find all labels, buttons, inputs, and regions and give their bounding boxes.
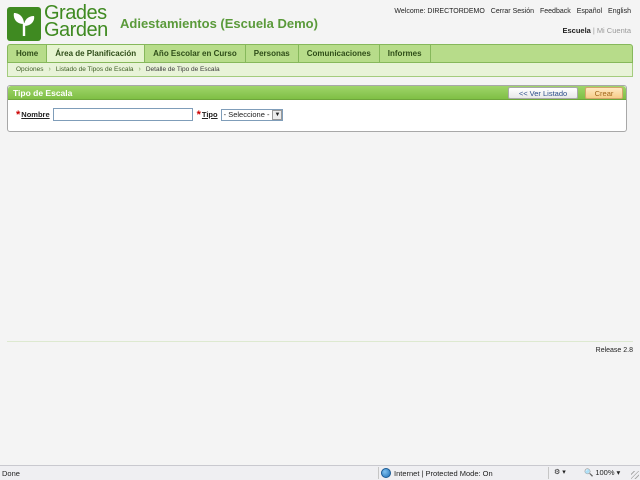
- status-divider: [548, 467, 549, 479]
- scale-type-form: * Nombre * Tipo - Seleccione - ▼: [16, 108, 284, 121]
- scale-type-panel: Tipo de Escala << Ver Listado Crear * No…: [7, 85, 627, 132]
- breadcrumb-current: Detalle de Tipo de Escala: [145, 66, 220, 73]
- name-input[interactable]: [52, 108, 193, 121]
- zoom-level: 100%: [595, 468, 615, 477]
- account-switcher: Escuela | Mi Cuenta: [563, 26, 632, 35]
- dropdown-arrow-icon[interactable]: ▼: [272, 109, 283, 120]
- feedback-link[interactable]: Feedback: [540, 8, 571, 15]
- logo-text: Grades Garden: [44, 3, 108, 41]
- breadcrumb-scale-types-list[interactable]: Listado de Tipos de Escala: [56, 66, 134, 73]
- browser-status-bar: Done Internet | Protected Mode: On ⚙ ▾ 🔍…: [0, 465, 640, 480]
- dropdown-arrow-icon: ▾: [616, 468, 621, 477]
- zone-text: Internet | Protected Mode: On: [394, 468, 493, 478]
- shield-icon: ⚙: [554, 469, 561, 476]
- nav-tab-people[interactable]: Personas: [246, 45, 299, 62]
- welcome-text: Welcome: DIRECTORDEMO: [394, 8, 485, 15]
- status-divider: [378, 467, 379, 479]
- top-links: Welcome: DIRECTORDEMO Cerrar Sesión Feed…: [394, 8, 631, 15]
- required-mark: *: [16, 108, 21, 121]
- type-label: Tipo: [201, 110, 218, 119]
- create-button[interactable]: Crear: [585, 87, 623, 99]
- nav-tab-communications[interactable]: Comunicaciones: [299, 45, 380, 62]
- chevron-right-icon: ›: [48, 66, 51, 73]
- logout-link[interactable]: Cerrar Sesión: [491, 8, 534, 15]
- nav-tab-planning-area[interactable]: Área de Planificación: [47, 45, 146, 62]
- english-link[interactable]: English: [608, 8, 631, 15]
- breadcrumb-options[interactable]: Opciones: [16, 66, 43, 73]
- resize-grip-icon[interactable]: [631, 471, 639, 479]
- type-select[interactable]: - Seleccione - ▼: [220, 108, 284, 121]
- required-mark: *: [196, 108, 201, 121]
- protected-mode-indicator[interactable]: ⚙ ▾: [554, 468, 566, 476]
- globe-icon: [381, 468, 391, 478]
- school-link[interactable]: Escuela: [563, 26, 591, 35]
- main-nav: Home Área de Planificación Año Escolar e…: [7, 44, 633, 63]
- chevron-right-icon: ›: [138, 66, 141, 73]
- magnifier-icon: 🔍: [584, 468, 594, 477]
- nav-tab-reports[interactable]: Informes: [380, 45, 431, 62]
- account-separator: |: [592, 26, 595, 35]
- spanish-link[interactable]: Español: [577, 8, 602, 15]
- panel-header: Tipo de Escala << Ver Listado Crear: [8, 86, 626, 100]
- panel-title: Tipo de Escala: [13, 88, 73, 98]
- nav-tab-current-school-year[interactable]: Año Escolar en Curso: [145, 45, 246, 62]
- logo-line-garden: Garden: [44, 19, 108, 41]
- dropdown-arrow-icon: ▾: [562, 469, 566, 476]
- release-version: Release 2.8: [595, 347, 633, 354]
- breadcrumb: Opciones › Listado de Tipos de Escala › …: [7, 63, 633, 77]
- view-list-button[interactable]: << Ver Listado: [508, 87, 578, 99]
- security-zone[interactable]: Internet | Protected Mode: On: [381, 468, 493, 478]
- type-select-value: - Seleccione -: [223, 110, 270, 119]
- grades-garden-logo[interactable]: Grades Garden: [7, 3, 111, 42]
- nav-tab-home[interactable]: Home: [8, 45, 48, 62]
- my-account-link[interactable]: Mi Cuenta: [597, 26, 631, 35]
- status-done-text: Done: [2, 469, 20, 478]
- zoom-control[interactable]: 🔍 100% ▾: [584, 468, 620, 477]
- sprout-icon: [7, 7, 41, 41]
- name-label: Nombre: [21, 110, 50, 119]
- footer-divider: [7, 341, 633, 342]
- school-title: Adiestamientos (Escuela Demo): [120, 16, 318, 31]
